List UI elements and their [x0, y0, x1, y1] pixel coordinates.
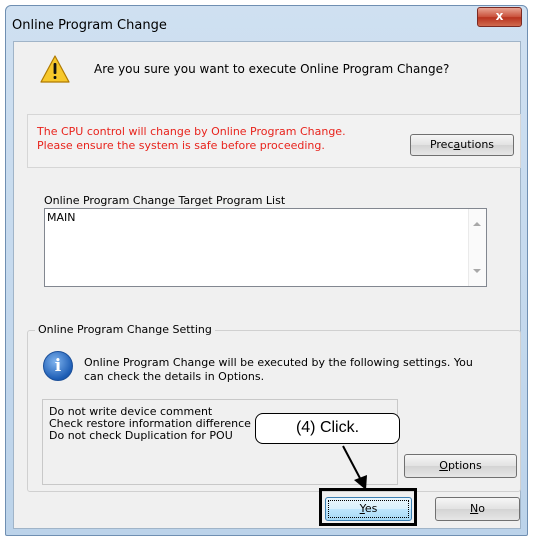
window-title: Online Program Change — [12, 18, 167, 33]
annotation-arrow — [342, 445, 367, 490]
warning-text-line1: The CPU control will change by Online Pr… — [37, 125, 346, 138]
scroll-up-icon[interactable] — [473, 222, 481, 226]
target-list-label: Online Program Change Target Program Lis… — [44, 194, 286, 207]
no-mnemonic: N — [470, 502, 479, 515]
confirm-question: Are you sure you want to execute Online … — [94, 62, 450, 76]
title-bar[interactable]: Online Program Change x — [6, 6, 527, 40]
warning-icon — [40, 55, 70, 83]
list-scrollbar[interactable] — [468, 209, 486, 286]
target-program-list[interactable]: MAIN — [44, 208, 487, 287]
list-item[interactable]: MAIN — [47, 211, 76, 224]
settings-line: Do not check Duplication for POU — [49, 429, 233, 442]
precautions-label-a: Prec — [429, 138, 454, 151]
options-button[interactable]: Options — [404, 454, 517, 478]
yes-button[interactable]: Yes — [325, 497, 412, 521]
precautions-button[interactable]: Precautions — [410, 134, 514, 156]
no-label: o — [478, 502, 485, 515]
precautions-label-b: utions — [460, 138, 495, 151]
no-button[interactable]: No — [435, 497, 520, 521]
info-icon: i — [43, 351, 73, 381]
close-button[interactable]: x — [477, 7, 522, 27]
yes-label: es — [364, 502, 378, 515]
warning-text-line2: Please ensure the system is safe before … — [37, 139, 325, 152]
options-mnemonic: O — [439, 459, 448, 472]
info-text-line2: can check the details in Options. — [84, 370, 265, 383]
scroll-down-icon[interactable] — [473, 269, 481, 273]
options-label: ptions — [447, 459, 482, 472]
info-text-line1: Online Program Change will be executed b… — [84, 356, 473, 369]
close-icon: x — [495, 9, 504, 23]
setting-group-title: Online Program Change Setting — [35, 323, 215, 336]
annotation-callout: (4) Click. — [255, 413, 400, 444]
